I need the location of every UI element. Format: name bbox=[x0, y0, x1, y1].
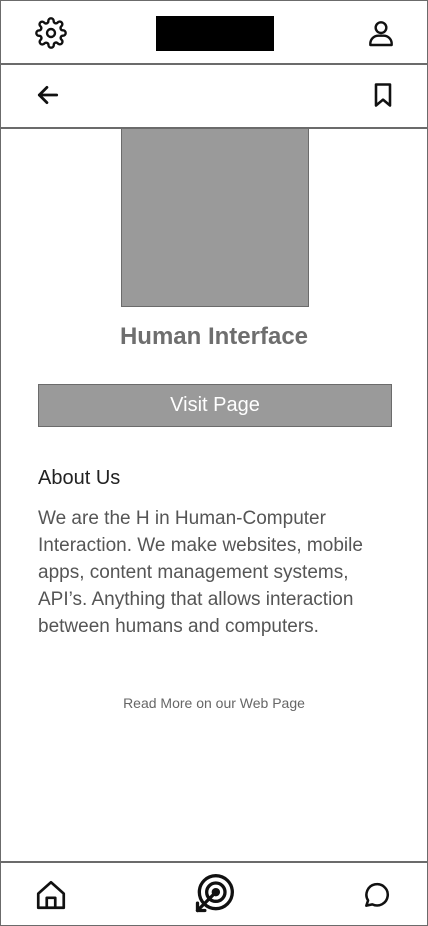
gear-icon bbox=[35, 17, 67, 49]
about-description: We are the H in Human-Computer Interacti… bbox=[38, 508, 363, 637]
home-button[interactable] bbox=[31, 875, 71, 915]
app-screen: Human Interface Visit Page About Us We a… bbox=[0, 0, 428, 926]
page-title: Human Interface bbox=[119, 323, 309, 350]
arrow-left-icon bbox=[35, 82, 61, 108]
chat-button[interactable] bbox=[357, 875, 397, 915]
settings-button[interactable] bbox=[31, 13, 71, 53]
read-more-link[interactable]: Read More on our Web Page bbox=[1, 695, 427, 711]
navigation-bar bbox=[1, 65, 427, 129]
target-icon bbox=[192, 872, 236, 916]
discover-button[interactable] bbox=[191, 871, 237, 917]
profile-button[interactable] bbox=[361, 13, 401, 53]
back-button[interactable] bbox=[28, 75, 68, 115]
home-icon bbox=[34, 878, 68, 912]
bottom-nav bbox=[1, 861, 427, 925]
top-bar bbox=[1, 1, 427, 65]
bookmark-button[interactable] bbox=[363, 75, 403, 115]
visit-page-button[interactable]: Visit Page bbox=[38, 384, 392, 427]
chat-icon bbox=[361, 879, 393, 911]
about-heading: About Us bbox=[38, 467, 121, 489]
user-icon bbox=[365, 17, 397, 49]
bookmark-icon bbox=[369, 80, 397, 110]
logo bbox=[156, 16, 274, 51]
profile-image bbox=[121, 129, 309, 307]
